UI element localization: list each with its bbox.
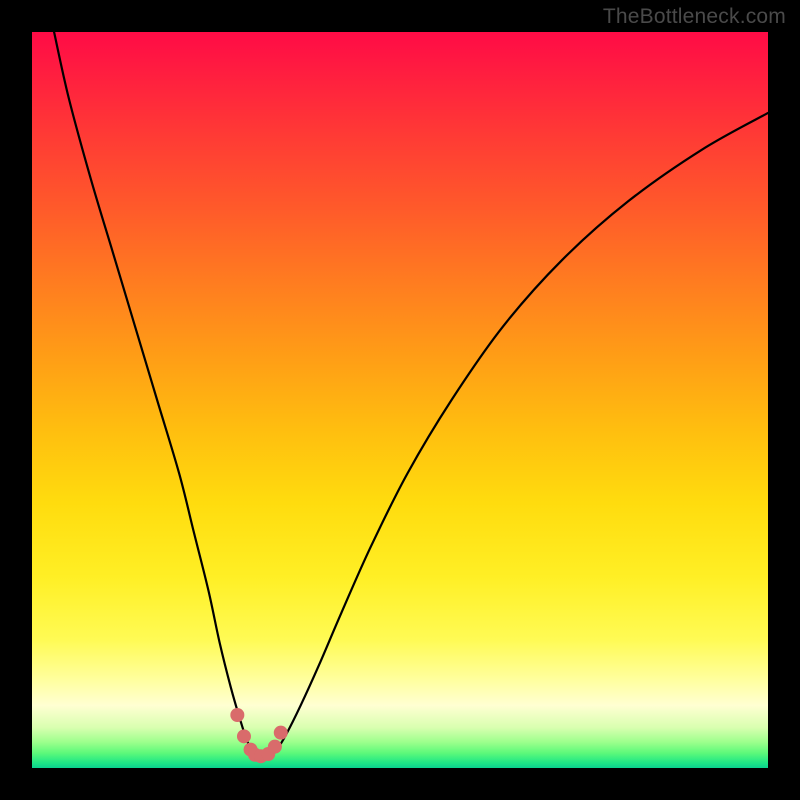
- chart-frame: TheBottleneck.com: [0, 0, 800, 800]
- marker-point: [237, 729, 251, 743]
- plot-area: [32, 32, 768, 768]
- marker-point: [268, 740, 282, 754]
- bottleneck-curve: [54, 32, 768, 759]
- highlight-markers: [230, 708, 287, 763]
- watermark-text: TheBottleneck.com: [603, 5, 786, 29]
- marker-point: [230, 708, 244, 722]
- chart-svg: [32, 32, 768, 768]
- marker-point: [274, 726, 288, 740]
